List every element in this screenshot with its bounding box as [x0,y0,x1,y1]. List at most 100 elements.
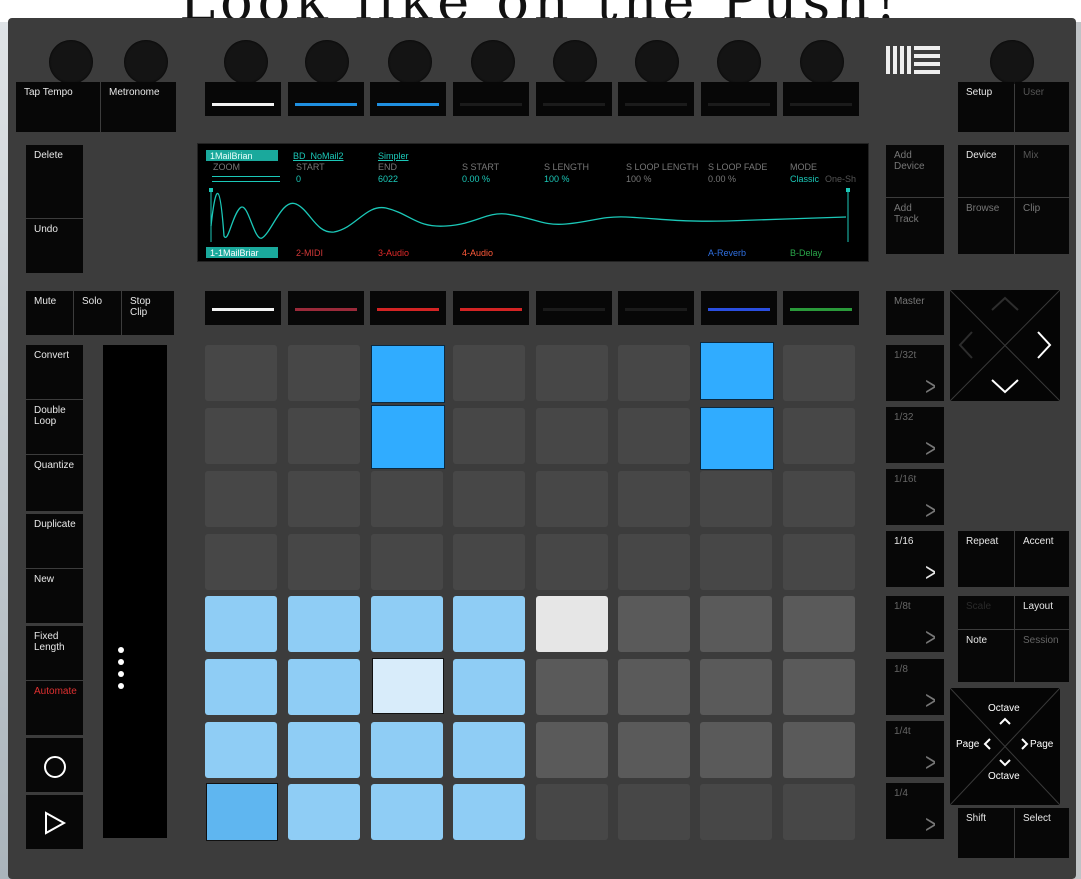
pad[interactable] [288,345,360,401]
track-state-button-3[interactable] [370,291,446,325]
pad[interactable] [783,596,855,652]
pad[interactable] [371,345,445,403]
scene-button-1-16t[interactable]: 1/16t > [886,469,944,525]
pad[interactable] [453,596,525,652]
pad[interactable] [536,408,608,464]
track-state-button-7[interactable] [701,291,777,325]
pad[interactable] [618,408,690,464]
note-button[interactable]: Note [958,630,1014,682]
swing-knob[interactable] [124,40,168,84]
pad[interactable] [371,534,443,590]
pad[interactable] [783,345,855,401]
shift-button[interactable]: Shift [958,808,1014,858]
stop-clip-button[interactable]: Stop Clip [122,291,174,335]
track-state-button-4[interactable] [453,291,529,325]
track-select-button-4[interactable] [453,82,529,116]
pad[interactable] [783,722,855,778]
encoder-knob-3[interactable] [388,40,432,84]
track-select-button-2[interactable] [288,82,364,116]
metronome-button[interactable]: Metronome [101,82,176,132]
track-state-button-1[interactable] [205,291,281,325]
scene-button-1-32[interactable]: 1/32 > [886,407,944,463]
pad[interactable] [536,722,608,778]
repeat-button[interactable]: Repeat [958,531,1014,587]
track-state-button-6[interactable] [618,291,694,325]
page-right-label[interactable]: Page [1030,740,1053,750]
browse-button[interactable]: Browse [958,198,1014,254]
device-button[interactable]: Device [958,145,1014,197]
pad[interactable] [536,659,608,715]
pad[interactable] [536,784,608,840]
pad[interactable] [453,659,525,715]
user-button[interactable]: User [1015,82,1069,132]
pad[interactable] [783,408,855,464]
pad[interactable] [205,659,277,715]
pad[interactable] [288,659,360,715]
quantize-button[interactable]: Quantize [26,455,83,511]
encoder-knob-1[interactable] [224,40,268,84]
pad[interactable] [205,596,277,652]
track-state-button-2[interactable] [288,291,364,325]
pad[interactable] [453,408,525,464]
arrow-up-icon[interactable] [990,296,1020,312]
pad[interactable] [453,534,525,590]
chevron-right-icon[interactable] [1021,738,1029,750]
pad[interactable] [288,471,360,527]
scene-button-1-16[interactable]: 1/16 > [886,531,944,587]
pad[interactable] [205,408,277,464]
encoder-knob-8[interactable] [800,40,844,84]
track-select-button-3[interactable] [370,82,446,116]
pad[interactable] [536,345,608,401]
pad[interactable] [288,784,360,840]
chevron-down-icon[interactable] [999,759,1011,767]
pad[interactable] [536,596,608,652]
pad[interactable] [205,471,277,527]
pad[interactable] [700,784,772,840]
scene-button-1-4[interactable]: 1/4 > [886,783,944,839]
mix-button[interactable]: Mix [1015,145,1069,197]
arrow-left-icon[interactable] [958,330,974,360]
pad[interactable] [205,722,277,778]
pad[interactable] [205,345,277,401]
track-state-button-5[interactable] [536,291,612,325]
pad[interactable] [700,342,774,400]
pad[interactable] [371,405,445,469]
octave-down-label[interactable]: Octave [988,772,1020,782]
pad[interactable] [536,471,608,527]
pad[interactable] [618,345,690,401]
track-select-button-7[interactable] [701,82,777,116]
pad[interactable] [453,784,525,840]
setup-button[interactable]: Setup [958,82,1014,132]
session-button[interactable]: Session [1015,630,1069,682]
pad[interactable] [618,722,690,778]
pad[interactable] [618,784,690,840]
add-track-button[interactable]: Add Track [886,198,944,254]
pad[interactable] [453,345,525,401]
master-volume-knob[interactable] [990,40,1034,84]
encoder-knob-6[interactable] [635,40,679,84]
fixed-length-button[interactable]: Fixed Length [26,626,83,680]
pad[interactable] [700,407,774,470]
encoder-knob-2[interactable] [305,40,349,84]
pad[interactable] [618,596,690,652]
automate-button[interactable]: Automate [26,681,83,735]
pad[interactable] [783,659,855,715]
pad[interactable] [372,658,444,714]
encoder-knob-7[interactable] [717,40,761,84]
undo-button[interactable]: Undo [26,219,83,273]
octave-up-label[interactable]: Octave [988,704,1020,714]
pad[interactable] [288,408,360,464]
pad[interactable] [206,783,278,841]
mute-button[interactable]: Mute [26,291,73,335]
touch-strip[interactable] [103,345,167,838]
pad[interactable] [618,534,690,590]
pad[interactable] [288,596,360,652]
layout-button[interactable]: Layout [1015,596,1069,629]
scene-button-1-32t[interactable]: 1/32t > [886,345,944,401]
double-loop-button[interactable]: Double Loop [26,400,83,454]
pad[interactable] [700,471,772,527]
tempo-knob[interactable] [49,40,93,84]
play-button[interactable] [26,795,83,849]
scale-button[interactable]: Scale [958,596,1014,629]
record-button[interactable] [26,738,83,792]
